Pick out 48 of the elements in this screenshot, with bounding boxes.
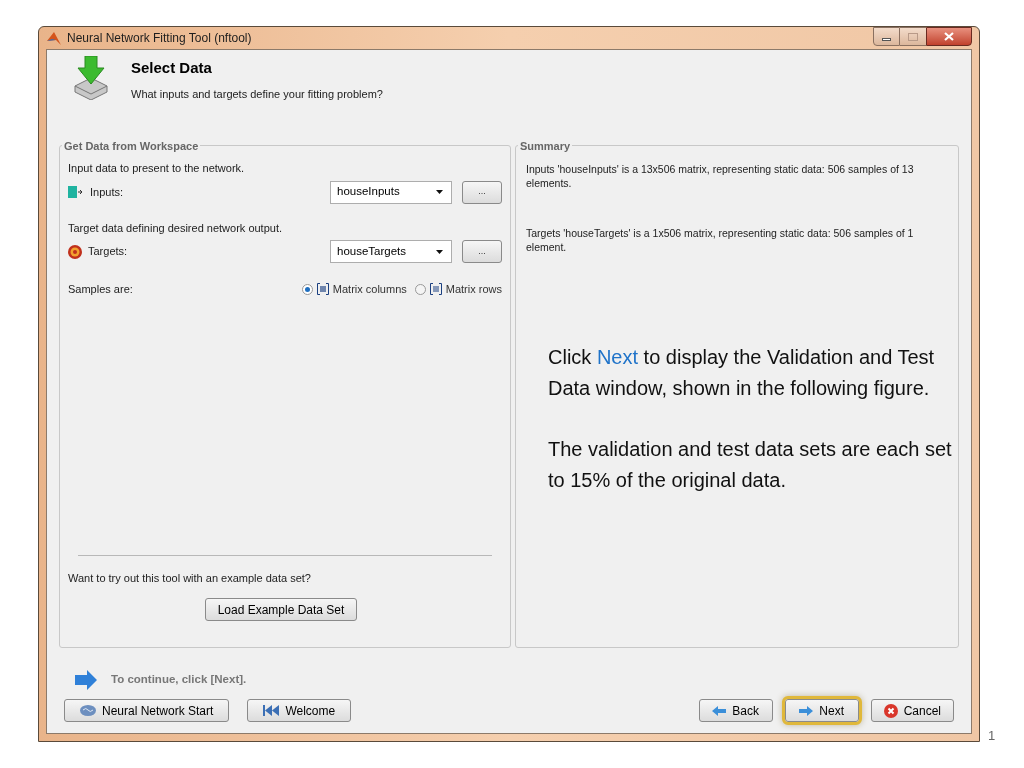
- cancel-icon: [883, 703, 898, 718]
- annotation-text: Click Next to display the Validation and Test Data window, shown in the following figure.: [548, 345, 936, 401]
- browse-button[interactable]: ...: [462, 180, 502, 204]
- rewind-icon: [263, 705, 280, 716]
- browse-button[interactable]: ...: [462, 240, 502, 263]
- radio-button[interactable]: [414, 283, 426, 295]
- radio-option[interactable]: Matrix rows: [414, 281, 502, 298]
- variable-dropdown[interactable]: houseTargets: [330, 240, 452, 263]
- radio-button[interactable]: [301, 283, 313, 295]
- input-icon: [68, 186, 84, 198]
- example-prompt: Want to try out this tool with an example data set?: [68, 570, 312, 586]
- brain-icon: [80, 705, 96, 716]
- variable-dropdown[interactable]: houseInputs: [330, 180, 452, 204]
- field-label: Targets:: [88, 244, 128, 260]
- step-title: Select Data: [131, 58, 213, 78]
- summary-text: Targets 'houseTargets' is a 1x506 matrix, representing static data: 506 samples of 1 element.: [526, 226, 915, 254]
- right-arrow-icon: [799, 705, 814, 716]
- dropdown-caret-icon: [436, 190, 443, 194]
- nav-button[interactable]: Neural Network Start: [64, 699, 230, 722]
- minimize-button[interactable]: [873, 27, 900, 46]
- close-button[interactable]: [926, 27, 972, 46]
- minimize-icon: [882, 38, 891, 41]
- left-arrow-icon: [712, 705, 727, 716]
- dropdown-caret-icon: [436, 249, 443, 254]
- samples-label: Samples are:: [68, 282, 133, 297]
- target-icon: [68, 244, 82, 259]
- maximize-icon: [908, 32, 918, 41]
- close-icon: [944, 32, 954, 41]
- field-description: Target data defining desired network output.: [68, 220, 284, 236]
- download-tray-icon: [73, 56, 109, 100]
- load-example-button[interactable]: Load Example Data Set: [204, 598, 358, 621]
- annotation-text: The validation and test data sets are each set to 15% of the original data.: [548, 437, 953, 493]
- step-subtitle: What inputs and targets define your fitting problem?: [131, 86, 383, 102]
- right-arrow-icon: [75, 670, 97, 690]
- nav-button[interactable]: Welcome: [247, 699, 352, 722]
- summary-text: Inputs 'houseInputs' is a 13x506 matrix, representing static data: 506 samples of 13 elements.: [526, 162, 915, 190]
- maximize-button[interactable]: [900, 27, 926, 46]
- next-link[interactable]: Next: [596, 346, 638, 368]
- window-title: Neural Network Fitting Tool (nftool): [67, 30, 252, 47]
- continue-hint: To continue, click [Next].: [111, 672, 247, 688]
- nav-button[interactable]: Back: [698, 699, 773, 722]
- slide-number: 1: [988, 727, 996, 745]
- nav-button[interactable]: Cancel: [870, 699, 954, 722]
- app-logo-icon: [47, 31, 61, 45]
- radio-option[interactable]: Matrix columns: [301, 281, 407, 298]
- field-description: Input data to present to the network.: [68, 161, 246, 176]
- field-label: Inputs:: [90, 184, 124, 200]
- nav-button[interactable]: Next: [784, 699, 859, 722]
